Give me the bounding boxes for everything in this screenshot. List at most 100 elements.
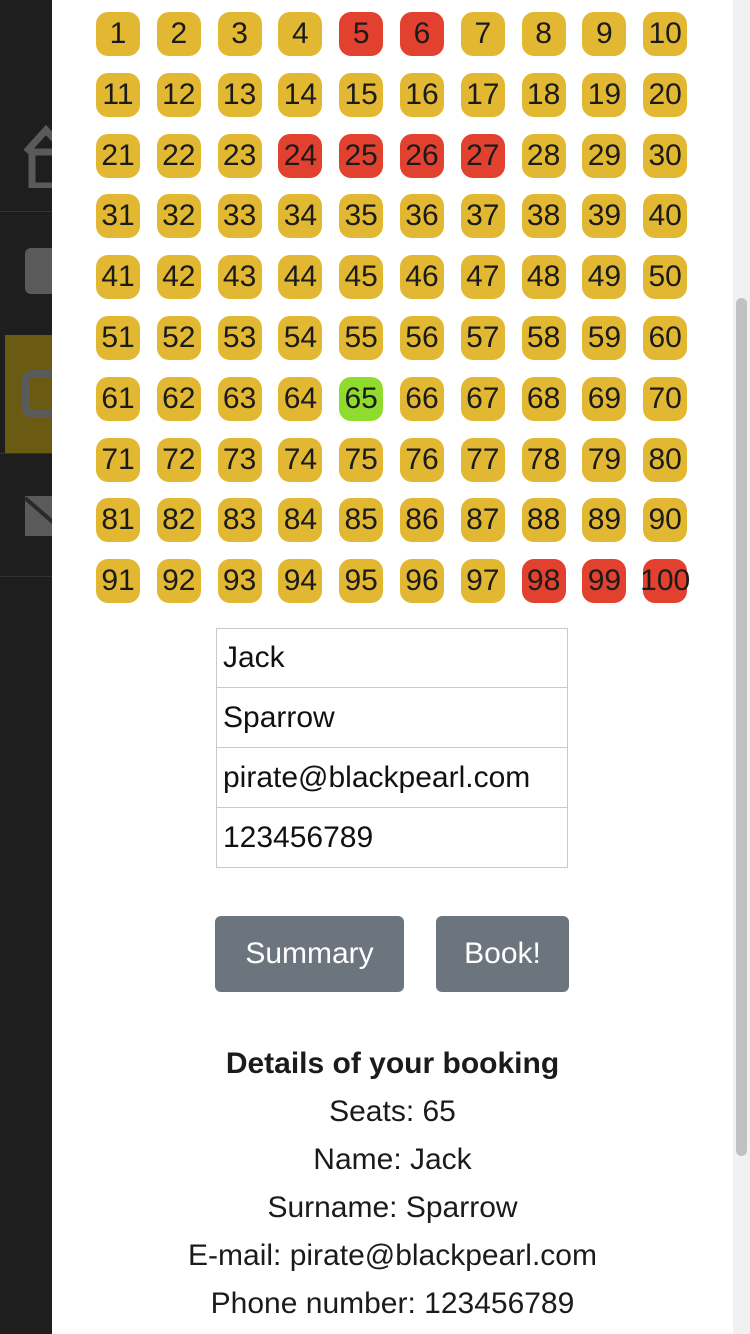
book-button[interactable]: Book! [436,916,569,992]
seat-20[interactable]: 20 [643,72,688,117]
seat-13[interactable]: 13 [217,72,262,117]
seat-60[interactable]: 60 [643,315,688,360]
seat-27[interactable]: 27 [460,133,505,178]
seat-81[interactable]: 81 [96,498,140,543]
seat-24[interactable]: 24 [278,133,323,178]
seat-53[interactable]: 53 [217,315,262,360]
seat-77[interactable]: 77 [460,437,505,482]
seat-85[interactable]: 85 [339,498,384,543]
first-name-input[interactable] [216,628,568,688]
seat-74[interactable]: 74 [278,437,323,482]
seat-84[interactable]: 84 [278,498,323,543]
seat-49[interactable]: 49 [582,255,627,300]
seat-52[interactable]: 52 [156,315,201,360]
seat-58[interactable]: 58 [521,315,566,360]
seat-61[interactable]: 61 [96,376,140,421]
seat-32[interactable]: 32 [156,194,201,239]
seat-66[interactable]: 66 [399,376,444,421]
phone-input[interactable] [216,808,568,868]
seat-95[interactable]: 95 [339,559,384,604]
seat-17[interactable]: 17 [460,72,505,117]
seat-72[interactable]: 72 [156,437,201,482]
seat-29[interactable]: 29 [582,133,627,178]
seat-80[interactable]: 80 [643,437,688,482]
seat-46[interactable]: 46 [399,255,444,300]
seat-97[interactable]: 97 [460,559,505,604]
seat-54[interactable]: 54 [278,315,323,360]
seat-91[interactable]: 91 [96,559,140,604]
seat-36[interactable]: 36 [399,194,444,239]
seat-33[interactable]: 33 [217,194,262,239]
seat-51[interactable]: 51 [96,315,140,360]
seat-48[interactable]: 48 [521,255,566,300]
seat-22[interactable]: 22 [156,133,201,178]
seat-10[interactable]: 10 [643,12,688,56]
seat-7[interactable]: 7 [460,12,505,56]
seat-55[interactable]: 55 [339,315,384,360]
seat-41[interactable]: 41 [96,255,140,300]
seat-75[interactable]: 75 [339,437,384,482]
seat-15[interactable]: 15 [339,72,384,117]
seat-93[interactable]: 93 [217,559,262,604]
seat-38[interactable]: 38 [521,194,566,239]
seat-65[interactable]: 65 [339,376,384,421]
seat-69[interactable]: 69 [582,376,627,421]
seat-100[interactable]: 100 [640,559,690,604]
seat-18[interactable]: 18 [521,72,566,117]
seat-68[interactable]: 68 [521,376,566,421]
seat-19[interactable]: 19 [582,72,627,117]
seat-89[interactable]: 89 [582,498,627,543]
seat-9[interactable]: 9 [582,12,627,56]
seat-14[interactable]: 14 [278,72,323,117]
seat-82[interactable]: 82 [156,498,201,543]
seat-2[interactable]: 2 [156,12,201,56]
seat-34[interactable]: 34 [278,194,323,239]
seat-78[interactable]: 78 [521,437,566,482]
seat-4[interactable]: 4 [278,12,323,56]
seat-96[interactable]: 96 [399,559,444,604]
summary-button[interactable]: Summary [215,916,404,992]
seat-3[interactable]: 3 [217,12,262,56]
seat-71[interactable]: 71 [96,437,140,482]
seat-25[interactable]: 25 [339,133,384,178]
seat-47[interactable]: 47 [460,255,505,300]
seat-59[interactable]: 59 [582,315,627,360]
seat-98[interactable]: 98 [521,559,566,604]
seat-26[interactable]: 26 [399,133,444,178]
seat-57[interactable]: 57 [460,315,505,360]
seat-86[interactable]: 86 [399,498,444,543]
last-name-input[interactable] [216,688,568,748]
seat-63[interactable]: 63 [217,376,262,421]
seat-37[interactable]: 37 [460,194,505,239]
seat-31[interactable]: 31 [96,194,140,239]
seat-30[interactable]: 30 [643,133,688,178]
seat-99[interactable]: 99 [582,559,627,604]
scrollbar-thumb[interactable] [736,298,747,1156]
seat-50[interactable]: 50 [643,255,688,300]
seat-12[interactable]: 12 [156,72,201,117]
seat-56[interactable]: 56 [399,315,444,360]
email-input[interactable] [216,748,568,808]
seat-90[interactable]: 90 [643,498,688,543]
seat-23[interactable]: 23 [217,133,262,178]
seat-92[interactable]: 92 [156,559,201,604]
seat-44[interactable]: 44 [278,255,323,300]
seat-39[interactable]: 39 [582,194,627,239]
seat-43[interactable]: 43 [217,255,262,300]
seat-42[interactable]: 42 [156,255,201,300]
seat-6[interactable]: 6 [399,12,444,56]
seat-73[interactable]: 73 [217,437,262,482]
seat-5[interactable]: 5 [339,12,384,56]
seat-11[interactable]: 11 [96,72,140,117]
seat-16[interactable]: 16 [399,72,444,117]
seat-88[interactable]: 88 [521,498,566,543]
seat-76[interactable]: 76 [399,437,444,482]
seat-67[interactable]: 67 [460,376,505,421]
seat-1[interactable]: 1 [96,12,140,56]
seat-35[interactable]: 35 [339,194,384,239]
seat-21[interactable]: 21 [96,133,140,178]
seat-87[interactable]: 87 [460,498,505,543]
seat-64[interactable]: 64 [278,376,323,421]
seat-40[interactable]: 40 [643,194,688,239]
seat-62[interactable]: 62 [156,376,201,421]
